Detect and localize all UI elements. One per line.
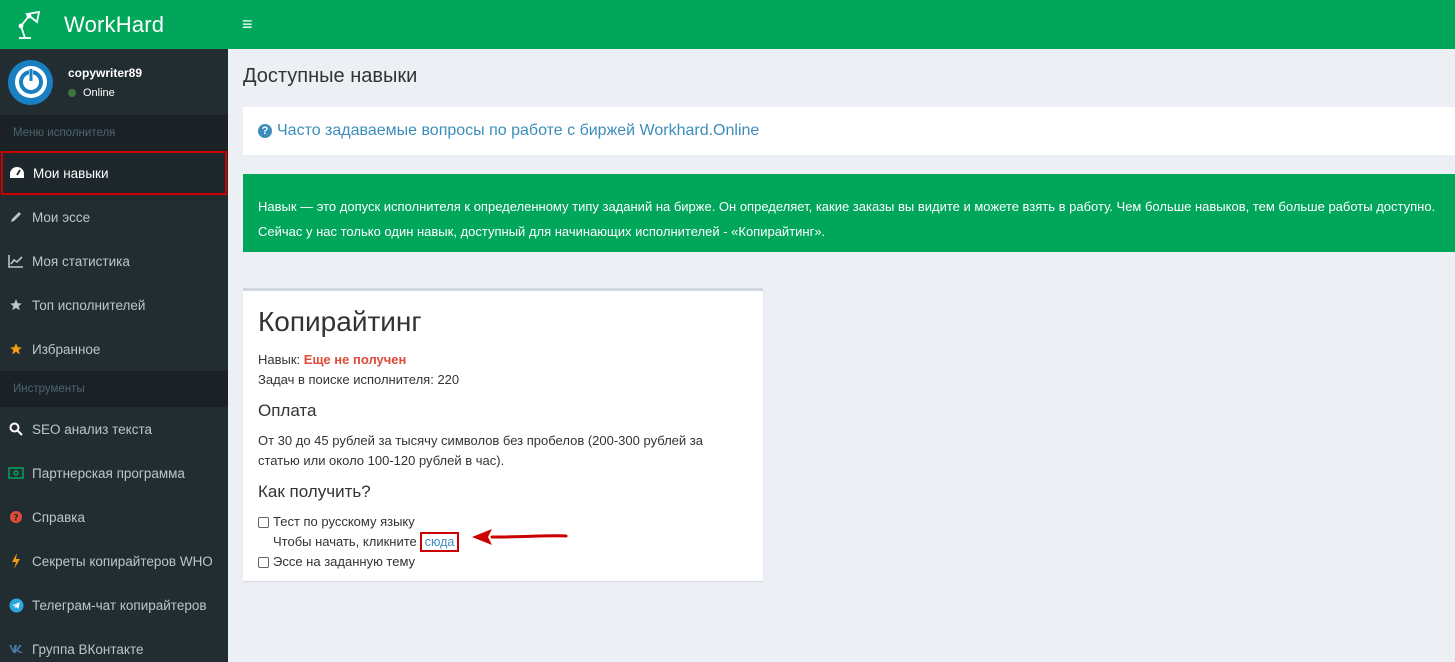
- dashboard-icon: [8, 164, 26, 182]
- sidebar-item-label: Мои эссе: [32, 209, 91, 225]
- requirement-essay: Эссе на заданную тему: [258, 552, 748, 572]
- sidebar-item-label: Справка: [32, 509, 85, 525]
- info-callout: Навык — это допуск исполнителя к определ…: [243, 174, 1455, 252]
- test-label: Тест по русскому языку: [273, 514, 415, 529]
- pencil-icon: [7, 208, 25, 226]
- star-icon: [7, 296, 25, 314]
- start-text: Чтобы начать, кликните: [273, 534, 417, 549]
- sidebar-item-label: Мои навыки: [33, 165, 109, 181]
- info-line-2: Сейчас у нас только один навык, доступны…: [258, 224, 826, 239]
- sidebar-item-my-essays[interactable]: Мои эссе: [0, 195, 228, 239]
- skill-title: Копирайтинг: [258, 306, 422, 337]
- sidebar: WorkHard copywriter89 Online Меню исполн…: [0, 0, 228, 662]
- faq-link[interactable]: ? Часто задаваемые вопросы по работе с б…: [258, 122, 759, 140]
- sidebar-item-label: Секреты копирайтеров WHO: [32, 553, 213, 569]
- payment-text: От 30 до 45 рублей за тысячу символов бе…: [258, 433, 703, 468]
- svg-text:?: ?: [13, 514, 18, 524]
- how-to-get-title: Как получить?: [258, 482, 371, 501]
- sidebar-item-label: Телеграм-чат копирайтеров: [32, 597, 207, 613]
- essay-label: Эссе на заданную тему: [273, 554, 416, 569]
- help-icon: ?: [7, 508, 25, 526]
- app-name: WorkHard: [64, 11, 165, 37]
- page-title: Доступные навыки: [243, 65, 418, 87]
- sidebar-item-vk[interactable]: Группа ВКонтакте: [0, 627, 228, 662]
- search-icon: [7, 420, 25, 438]
- skill-status: Навык: Еще не получен: [258, 350, 748, 370]
- main-content: Доступные навыки ? Часто задаваемые вопр…: [243, 49, 1455, 581]
- skill-status-label: Навык:: [258, 352, 301, 367]
- menu-toggle-icon[interactable]: ≡: [242, 14, 253, 35]
- test-checkbox: [258, 516, 269, 528]
- sidebar-item-label: Партнерская программа: [32, 465, 185, 481]
- sidebar-item-label: Избранное: [32, 341, 101, 357]
- line-chart-icon: [7, 252, 25, 270]
- user-status-label: Online: [83, 86, 115, 99]
- sidebar-item-label: SEO анализ текста: [32, 421, 152, 437]
- question-circle-icon: ?: [258, 124, 272, 138]
- sidebar-item-seo[interactable]: SEO анализ текста: [0, 407, 228, 451]
- sidebar-item-my-skills[interactable]: Мои навыки: [1, 151, 227, 195]
- bolt-icon: [7, 552, 25, 570]
- skill-status-value: Еще не получен: [303, 352, 407, 367]
- user-name: copywriter89: [68, 65, 143, 80]
- sidebar-item-top-executors[interactable]: Топ исполнителей: [0, 283, 228, 327]
- desk-lamp-icon: [12, 7, 48, 43]
- money-icon: [7, 464, 25, 482]
- sidebar-item-my-stats[interactable]: Моя статистика: [0, 239, 228, 283]
- essay-checkbox: [258, 556, 269, 568]
- user-status: Online: [68, 87, 142, 99]
- telegram-icon: [7, 596, 25, 614]
- info-line-1: Навык — это допуск исполнителя к определ…: [258, 199, 1436, 214]
- faq-box: ? Часто задаваемые вопросы по работе с б…: [243, 107, 1455, 155]
- logo[interactable]: WorkHard: [0, 0, 228, 49]
- sidebar-item-label: Группа ВКонтакте: [32, 641, 144, 657]
- sidebar-item-help[interactable]: ? Справка: [0, 495, 228, 539]
- top-navbar: ≡: [228, 0, 1455, 49]
- user-panel: copywriter89 Online: [0, 49, 228, 115]
- online-dot-icon: [68, 88, 76, 97]
- avatar: [8, 59, 53, 105]
- sidebar-item-label: Моя статистика: [32, 253, 130, 269]
- faq-link-text: Часто задаваемые вопросы по работе с бир…: [277, 122, 760, 139]
- sidebar-header-tools: Инструменты: [0, 371, 228, 407]
- payment-title: Оплата: [258, 401, 317, 420]
- sidebar-item-secrets[interactable]: Секреты копирайтеров WHO: [0, 539, 228, 583]
- sidebar-item-partner[interactable]: Партнерская программа: [0, 451, 228, 495]
- star-icon: [7, 340, 25, 358]
- start-test-link[interactable]: сюда: [419, 532, 460, 552]
- sidebar-item-favorites[interactable]: Избранное: [0, 327, 228, 371]
- vk-icon: [7, 640, 25, 658]
- sidebar-item-telegram[interactable]: Телеграм-чат копирайтеров: [0, 583, 228, 627]
- sidebar-item-label: Топ исполнителей: [32, 297, 146, 313]
- sidebar-header-executor: Меню исполнителя: [0, 115, 228, 151]
- annotation-arrow-icon: [472, 529, 568, 545]
- tasks-count: Задач в поиске исполнителя: 220: [258, 372, 460, 387]
